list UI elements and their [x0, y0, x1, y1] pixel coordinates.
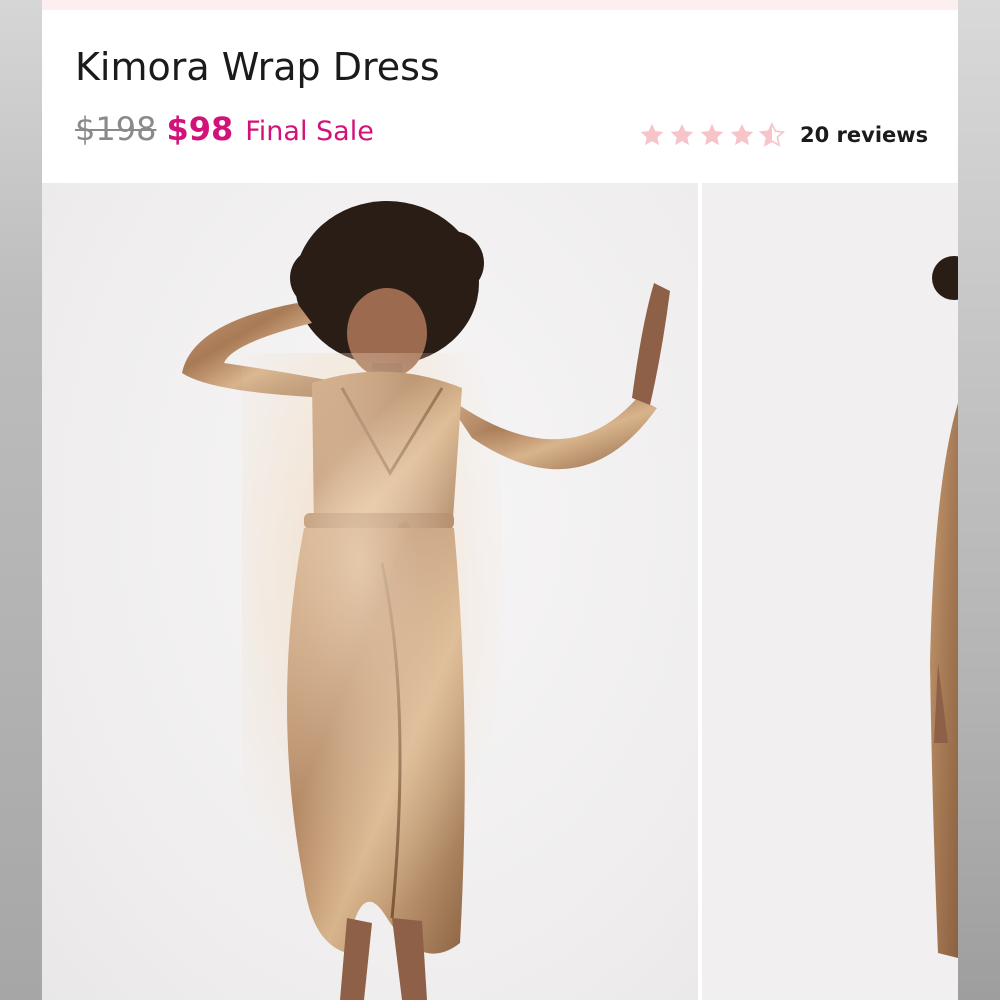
top-banner-strip	[42, 0, 958, 10]
product-photo-main[interactable]	[42, 183, 698, 1000]
star-half-icon	[758, 121, 786, 147]
final-sale-label: Final Sale	[245, 116, 374, 147]
star-icon	[640, 123, 664, 146]
background-blur-right	[958, 0, 1000, 1000]
rating-summary[interactable]: 20 reviews	[638, 116, 928, 154]
price-row: $198 $98 Final Sale	[75, 110, 374, 156]
background-blur-left	[0, 0, 42, 1000]
reviews-link[interactable]: 20 reviews	[800, 123, 928, 147]
original-price: $198	[75, 110, 157, 148]
star-icon	[730, 123, 754, 146]
dress-photo-illustration	[182, 201, 670, 1000]
sale-price: $98	[166, 110, 234, 148]
product-page: Kimora Wrap Dress $198 $98 Final Sale 20…	[42, 0, 958, 1000]
star-icon	[700, 123, 724, 146]
next-photo-preview	[930, 256, 958, 958]
star-icon	[670, 123, 694, 146]
product-photo-next[interactable]	[702, 183, 958, 1000]
product-gallery[interactable]	[42, 183, 958, 1000]
rating-stars	[638, 121, 788, 149]
product-title: Kimora Wrap Dress	[75, 45, 440, 89]
